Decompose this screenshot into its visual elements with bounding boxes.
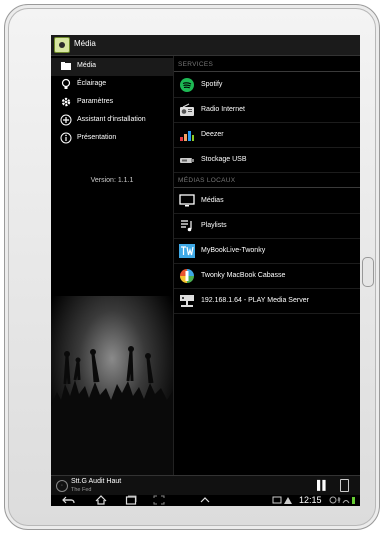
local-media[interactable]: Médias <box>174 189 360 214</box>
network-server-icon <box>180 295 194 307</box>
app-title: Média <box>74 39 96 48</box>
local-label: Médias <box>201 197 224 204</box>
service-label: Deezer <box>201 131 224 138</box>
service-deezer[interactable]: Deezer <box>174 123 360 148</box>
section-divider <box>174 71 360 72</box>
album-art-icon: ◦ <box>56 480 68 492</box>
local-mybooklive-twonky[interactable]: MyBookLive-Twonky <box>174 239 360 264</box>
app-version: Version: 1.1.1 <box>90 177 134 184</box>
status-icons <box>329 495 357 506</box>
device-output-icon[interactable] <box>340 479 349 492</box>
service-label: Spotify <box>201 81 223 88</box>
services-section-header: SERVICES <box>178 61 214 68</box>
service-usb-storage[interactable]: Stockage USB <box>174 148 360 173</box>
back-button[interactable] <box>61 495 77 506</box>
action-bar: Média <box>51 35 360 56</box>
media-content-panel: SERVICES Spotify Radio Internet Deezer S… <box>173 56 360 475</box>
drawer-item-label: Présentation <box>77 134 117 141</box>
local-label: Playlists <box>201 222 227 229</box>
plus-circle-icon <box>59 114 73 128</box>
navigation-drawer: Média Éclairage Paramètres Assistant d'i… <box>51 56 173 475</box>
now-playing-bar[interactable]: ◦ Stt.G Audit Haut The Fed ▌▌ <box>51 475 360 496</box>
local-label: Twonky MacBook Cabasse <box>201 272 286 279</box>
info-icon <box>59 132 73 146</box>
recent-apps-button[interactable] <box>123 495 139 506</box>
home-button[interactable] <box>93 495 109 506</box>
spotify-icon <box>180 78 194 92</box>
drawer-item-settings[interactable]: Paramètres <box>51 94 173 112</box>
notification-icons <box>271 495 295 506</box>
playlist-icon <box>181 220 192 232</box>
chevron-up-icon[interactable] <box>197 495 213 506</box>
gear-icon <box>59 96 73 110</box>
drawer-item-label: Assistant d'installation <box>77 116 146 123</box>
drawer-item-lighting[interactable]: Éclairage <box>51 76 173 94</box>
radio-icon <box>180 103 194 116</box>
now-playing-subtitle: The Fed <box>71 487 92 493</box>
service-label: Stockage USB <box>201 156 247 163</box>
service-internet-radio[interactable]: Radio Internet <box>174 98 360 123</box>
usb-storage-icon <box>180 158 194 163</box>
lightbulb-icon <box>59 78 73 92</box>
home-key[interactable] <box>362 257 374 287</box>
local-label: MyBookLive-Twonky <box>201 247 266 254</box>
system-navigation-bar: 12:15 <box>51 495 360 506</box>
concert-crowd-image <box>51 296 173 475</box>
service-spotify[interactable]: Spotify <box>174 73 360 98</box>
drawer-item-label: Paramètres <box>77 98 114 105</box>
local-media-section-header: MÉDIAS LOCAUX <box>178 177 236 184</box>
deezer-icon <box>180 131 194 141</box>
drawer-item-label: Éclairage <box>77 80 107 87</box>
twonky-color-icon <box>180 269 194 283</box>
local-network-server[interactable]: 192.168.1.64 - PLAY Media Server <box>174 289 360 314</box>
drawer-item-label: Média <box>77 62 97 69</box>
drawer-item-setup-wizard[interactable]: Assistant d'installation <box>51 112 173 130</box>
drawer-item-presentation[interactable]: Présentation <box>51 130 173 148</box>
tablet-frame: Média Média Éclairage Paramètres Assista… <box>4 4 380 530</box>
app-logo-icon[interactable] <box>54 37 70 53</box>
media-folder-icon <box>59 60 73 74</box>
monitor-icon <box>179 194 195 207</box>
local-twonky-macbook[interactable]: Twonky MacBook Cabasse <box>174 264 360 289</box>
service-label: Radio Internet <box>201 106 245 113</box>
pause-icon[interactable]: ▌▌ <box>317 480 329 490</box>
twonky-icon <box>179 244 195 258</box>
section-divider <box>174 187 360 188</box>
screen: Média Média Éclairage Paramètres Assista… <box>51 35 360 506</box>
local-playlists[interactable]: Playlists <box>174 214 360 239</box>
drawer-item-media[interactable]: Média <box>51 58 173 76</box>
local-label: 192.168.1.64 - PLAY Media Server <box>201 297 309 304</box>
status-clock: 12:15 <box>299 495 322 505</box>
now-playing-title: Stt.G Audit Haut <box>71 478 122 485</box>
screenshot-icon[interactable] <box>151 495 167 506</box>
